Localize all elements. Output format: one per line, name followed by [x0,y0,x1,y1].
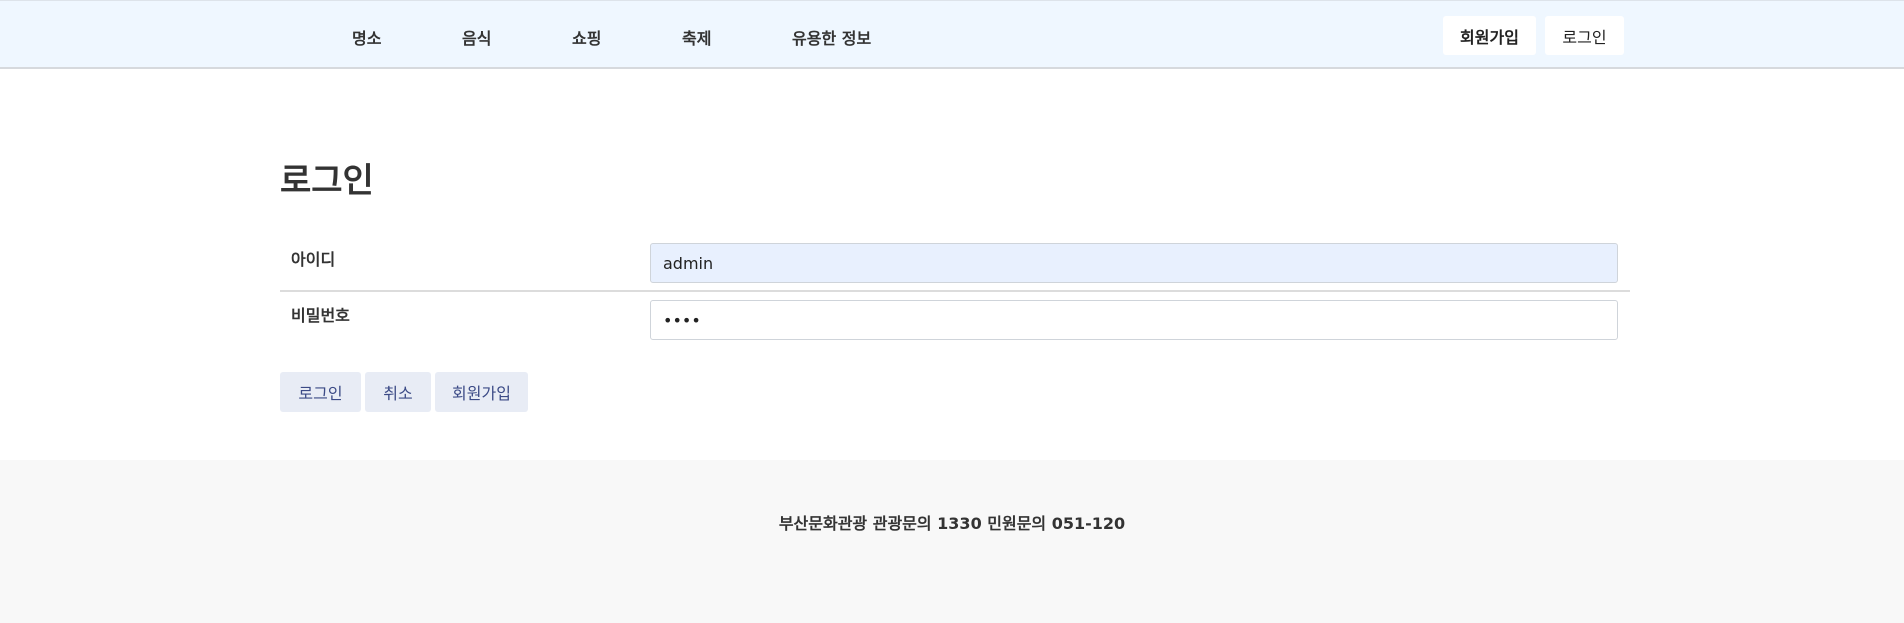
nav-item-food[interactable]: 음식 [462,25,491,49]
cancel-button[interactable]: 취소 [365,372,431,412]
site-header: 명소 음식 쇼핑 축제 유용한 정보 회원가입 로그인 [0,0,1904,69]
header-login-button[interactable]: 로그인 [1545,16,1624,55]
site-footer: 부산문화관광 관광문의 1330 민원문의 051-120 [0,460,1904,623]
nav-item-useful-info[interactable]: 유용한 정보 [792,25,871,49]
page-title: 로그인 [280,161,374,201]
password-input[interactable] [650,300,1618,340]
password-label: 비밀번호 [291,306,350,325]
nav-item-festivals[interactable]: 축제 [682,25,711,49]
username-label: 아이디 [291,250,336,269]
username-input[interactable] [650,243,1618,283]
row-divider [280,290,1630,292]
nav-item-shopping[interactable]: 쇼핑 [572,25,601,49]
header-signup-button[interactable]: 회원가입 [1443,16,1536,55]
nav-item-attractions[interactable]: 명소 [352,25,381,49]
footer-contact-text: 부산문화관광 관광문의 1330 민원문의 051-120 [778,514,1126,533]
login-button[interactable]: 로그인 [280,372,361,412]
signup-button[interactable]: 회원가입 [435,372,528,412]
